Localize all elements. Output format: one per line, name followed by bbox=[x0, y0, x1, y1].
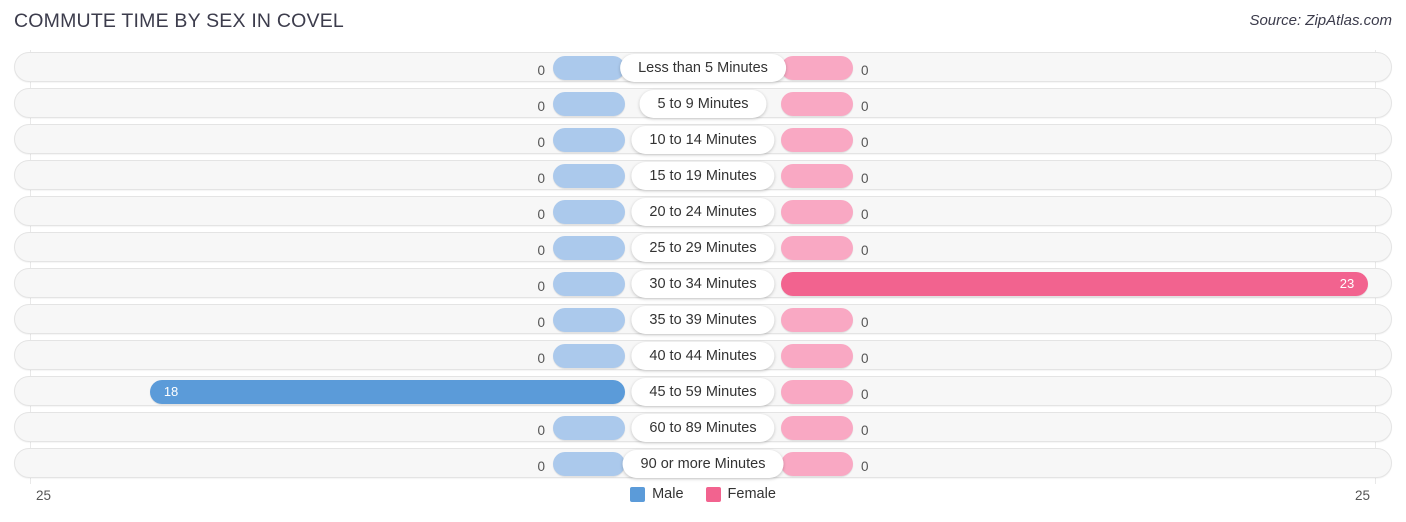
bar-value-label-male: 0 bbox=[537, 135, 545, 150]
bar-female: 23 bbox=[781, 272, 1369, 296]
bar-male: 0 bbox=[537, 128, 625, 152]
table-row: 18 0 45 to 59 Minutes bbox=[14, 376, 1392, 406]
category-label: 10 to 14 Minutes bbox=[649, 132, 757, 148]
legend-label: Female bbox=[727, 486, 776, 502]
category-label: 40 to 44 Minutes bbox=[649, 348, 757, 364]
category-label: 5 to 9 Minutes bbox=[657, 96, 749, 112]
bar-female: 0 bbox=[781, 92, 869, 116]
bar-female: 0 bbox=[781, 236, 869, 260]
category-label: Less than 5 Minutes bbox=[638, 60, 768, 76]
table-row: 0 0 35 to 39 Minutes bbox=[14, 304, 1392, 334]
bar-value-label-female: 0 bbox=[861, 135, 869, 150]
legend-swatch-female bbox=[705, 486, 721, 502]
bar-female: 0 bbox=[781, 164, 869, 188]
bar-female: 0 bbox=[781, 380, 869, 404]
table-row: 0 0 Less than 5 Minutes bbox=[14, 52, 1392, 82]
bar-male: 0 bbox=[537, 200, 625, 224]
bar-value-label-female: 0 bbox=[861, 207, 869, 222]
category-label: 35 to 39 Minutes bbox=[649, 312, 757, 328]
category-pill: 25 to 29 Minutes bbox=[631, 234, 775, 262]
chart-legend: Male Female bbox=[0, 486, 1406, 502]
table-row: 0 0 60 to 89 Minutes bbox=[14, 412, 1392, 442]
plot-area: 0 0 Less than 5 Minutes 0 0 5 to 9 Minutes 0 0 1… bbox=[0, 50, 1406, 484]
category-pill: Less than 5 Minutes bbox=[620, 54, 786, 82]
bar-male: 0 bbox=[537, 92, 625, 116]
bar-value-label-male: 0 bbox=[537, 315, 545, 330]
bar-male: 0 bbox=[537, 344, 625, 368]
bar-value-label-female: 0 bbox=[861, 171, 869, 186]
table-row: 0 23 30 to 34 Minutes bbox=[14, 268, 1392, 298]
bar-female: 0 bbox=[781, 452, 869, 476]
legend-label: Male bbox=[652, 486, 684, 502]
table-row: 0 0 25 to 29 Minutes bbox=[14, 232, 1392, 262]
bar-value-label-male: 0 bbox=[537, 63, 545, 78]
bar-value-label-female: 0 bbox=[861, 243, 869, 258]
bar-value-label-male: 0 bbox=[537, 279, 545, 294]
bar-value-label-male: 0 bbox=[537, 351, 545, 366]
table-row: 0 0 40 to 44 Minutes bbox=[14, 340, 1392, 370]
bar-female: 0 bbox=[781, 308, 869, 332]
legend-item[interactable]: Male bbox=[630, 486, 684, 502]
category-label: 25 to 29 Minutes bbox=[649, 240, 757, 256]
category-pill: 10 to 14 Minutes bbox=[631, 126, 775, 154]
bar-male: 0 bbox=[537, 452, 625, 476]
chart-container: COMMUTE TIME BY SEX IN COVEL Source: Zip… bbox=[0, 0, 1406, 522]
bar-male: 0 bbox=[537, 416, 625, 440]
category-pill: 90 or more Minutes bbox=[622, 450, 784, 478]
category-label: 20 to 24 Minutes bbox=[649, 204, 757, 220]
category-label: 45 to 59 Minutes bbox=[649, 384, 757, 400]
bar-value-label-female: 0 bbox=[861, 459, 869, 474]
category-pill: 20 to 24 Minutes bbox=[631, 198, 775, 226]
bar-value-label-male: 0 bbox=[537, 423, 545, 438]
bar-female: 0 bbox=[781, 56, 869, 80]
bar-value-label-male: 0 bbox=[537, 99, 545, 114]
category-label: 15 to 19 Minutes bbox=[649, 168, 757, 184]
bar-value-label-male: 0 bbox=[537, 243, 545, 258]
table-row: 0 0 20 to 24 Minutes bbox=[14, 196, 1392, 226]
bar-value-label-female: 0 bbox=[861, 423, 869, 438]
bar-value-label-female: 0 bbox=[861, 351, 869, 366]
bar-female: 0 bbox=[781, 344, 869, 368]
bar-value-label-female: 0 bbox=[861, 99, 869, 114]
category-pill: 5 to 9 Minutes bbox=[639, 90, 767, 118]
category-pill: 60 to 89 Minutes bbox=[631, 414, 775, 442]
category-pill: 40 to 44 Minutes bbox=[631, 342, 775, 370]
category-label: 90 or more Minutes bbox=[640, 456, 766, 472]
bar-male: 0 bbox=[537, 236, 625, 260]
bar-male: 0 bbox=[537, 56, 625, 80]
bar-value-label-male: 18 bbox=[163, 384, 179, 399]
table-row: 0 0 5 to 9 Minutes bbox=[14, 88, 1392, 118]
legend-swatch-male bbox=[630, 486, 646, 502]
bar-female: 0 bbox=[781, 200, 869, 224]
bar-value-label-female: 0 bbox=[861, 315, 869, 330]
bar-value-label-female: 0 bbox=[861, 63, 869, 78]
table-row: 0 0 15 to 19 Minutes bbox=[14, 160, 1392, 190]
category-label: 30 to 34 Minutes bbox=[649, 276, 757, 292]
bar-male: 0 bbox=[537, 272, 625, 296]
bar-value-label-female: 0 bbox=[861, 387, 869, 402]
category-pill: 15 to 19 Minutes bbox=[631, 162, 775, 190]
category-pill: 35 to 39 Minutes bbox=[631, 306, 775, 334]
page-title: COMMUTE TIME BY SEX IN COVEL bbox=[14, 10, 344, 32]
category-pill: 45 to 59 Minutes bbox=[631, 378, 775, 406]
bar-value-label-male: 0 bbox=[537, 171, 545, 186]
source-attribution: Source: ZipAtlas.com bbox=[1249, 12, 1392, 29]
bar-female: 0 bbox=[781, 416, 869, 440]
bar-female: 0 bbox=[781, 128, 869, 152]
table-row: 0 0 90 or more Minutes bbox=[14, 448, 1392, 478]
table-row: 0 0 10 to 14 Minutes bbox=[14, 124, 1392, 154]
bar-value-label-male: 0 bbox=[537, 207, 545, 222]
bar-value-label-female: 23 bbox=[1339, 276, 1355, 291]
bar-value-label-male: 0 bbox=[537, 459, 545, 474]
category-pill: 30 to 34 Minutes bbox=[631, 270, 775, 298]
bar-male: 0 bbox=[537, 164, 625, 188]
category-label: 60 to 89 Minutes bbox=[649, 420, 757, 436]
bar-male: 18 bbox=[149, 380, 625, 404]
bar-male: 0 bbox=[537, 308, 625, 332]
legend-item[interactable]: Female bbox=[705, 486, 776, 502]
